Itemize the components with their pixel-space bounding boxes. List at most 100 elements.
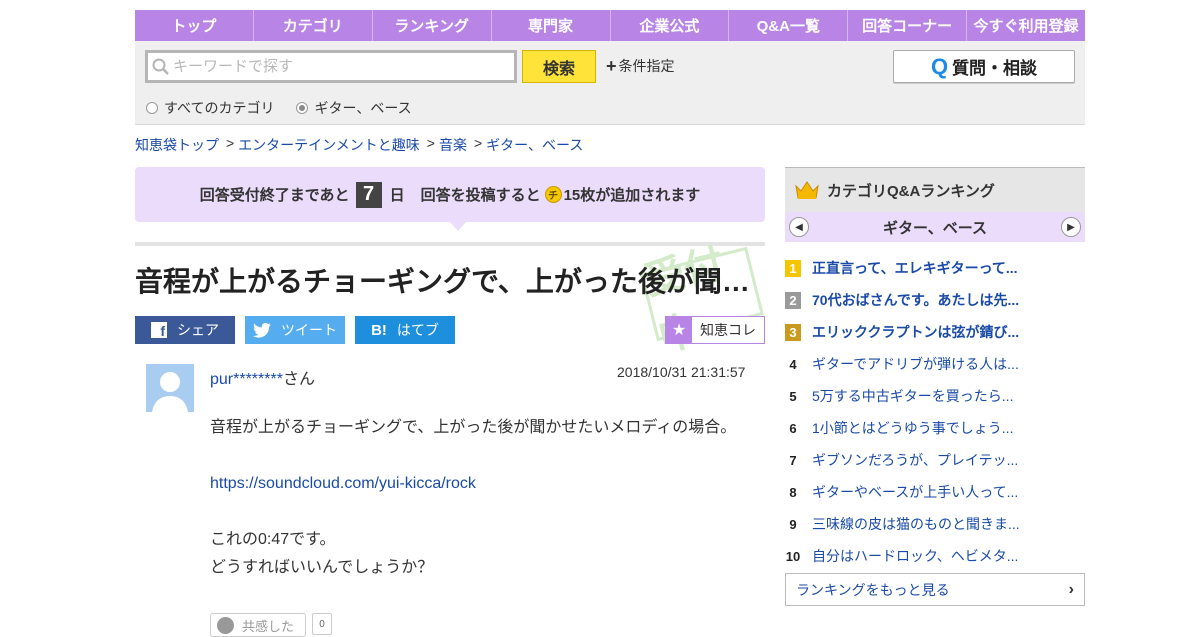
- ranking-item-title[interactable]: 5万する中古ギターを買ったら...: [812, 386, 1013, 406]
- search-box: [145, 50, 517, 83]
- ranking-category-switcher: ◀ ギター、ベース ▶: [785, 212, 1085, 242]
- scope-all-label: すべてのカテゴリ: [164, 100, 275, 116]
- search-icon: [152, 58, 169, 75]
- rank-number: 7: [789, 452, 797, 468]
- nav-experts[interactable]: 専門家: [492, 10, 611, 41]
- search-area: 検索 + 条件指定 Q 質問・相談 すべてのカテゴリ ギター、ベース: [135, 41, 1085, 125]
- rank-badge: 3: [785, 323, 801, 341]
- rank-number: 10: [785, 548, 801, 564]
- empathy-count: 0: [312, 613, 332, 635]
- question-column: 回答受付終了まであと 7 日 回答を投稿すると チ 15枚が追加されます 受付中…: [135, 167, 765, 637]
- rank-number: 5: [789, 388, 797, 404]
- ranking-category-label: ギター、ベース: [882, 219, 988, 237]
- nav-official[interactable]: 企業公式: [611, 10, 730, 41]
- rank-number: 9: [789, 516, 797, 532]
- ranking-item[interactable]: 9 三味線の皮は猫のものと聞きま...: [785, 508, 1085, 540]
- chie-collection-label: 知恵コレ: [700, 322, 756, 338]
- nav-answer-corner[interactable]: 回答コーナー: [848, 10, 968, 41]
- body-line: これの0:47です。: [210, 531, 336, 548]
- ranking-item-title[interactable]: 自分はハードロック、ヘビメタ...: [812, 546, 1018, 566]
- ranking-item-title[interactable]: ギターやベースが上手い人って...: [812, 482, 1018, 502]
- prev-arrow-icon[interactable]: ◀: [789, 217, 809, 237]
- deadline-days: 7: [355, 181, 382, 208]
- body-line: 音程が上がるチョーギングで、上がった後が聞かせたいメロディの場合。: [210, 419, 737, 436]
- ranking-item-title[interactable]: 正直言って、エレキギターって...: [812, 258, 1018, 278]
- chie-coin-icon: チ: [544, 186, 562, 203]
- empathy-label: 共感した: [242, 618, 295, 634]
- question-title: 音程が上がるチョーギングで、上がった後が聞…: [135, 266, 750, 297]
- hatena-bookmark-button[interactable]: B! はてブ: [355, 316, 455, 344]
- scope-all-radio[interactable]: すべてのカテゴリ: [146, 98, 274, 118]
- ranking-item-title[interactable]: エリッククラプトンは弦が錆び...: [812, 322, 1019, 342]
- conditions-link[interactable]: + 条件指定: [606, 56, 675, 76]
- rank-number: 4: [789, 356, 797, 372]
- ranking-header: カテゴリQ&Aランキング: [785, 167, 1085, 212]
- ranking-item-title[interactable]: 1小節とはどうゆう事でしょう...: [812, 418, 1013, 438]
- nav-top[interactable]: トップ: [135, 10, 254, 41]
- ranking-item[interactable]: 8 ギターやベースが上手い人って...: [785, 476, 1085, 508]
- q-icon: Q: [930, 53, 949, 79]
- facebook-share-button[interactable]: f シェア: [135, 316, 235, 344]
- rank-number: 8: [789, 484, 797, 500]
- ranking-more-link[interactable]: ランキングをもっと見る ›: [785, 573, 1085, 606]
- breadcrumb-separator: >: [226, 135, 235, 151]
- ranking-item[interactable]: 5 5万する中古ギターを買ったら...: [785, 380, 1085, 412]
- question-date: 2018/10/31 21:31:57: [617, 364, 746, 380]
- breadcrumb-top[interactable]: 知恵袋トップ: [135, 135, 219, 155]
- ranking-sidebar: カテゴリQ&Aランキング ◀ ギター、ベース ▶ 1 正直言って、エレキギターっ…: [785, 167, 1085, 606]
- ranking-item-title[interactable]: ギターでアドリブが弾ける人は...: [812, 354, 1019, 374]
- ranking-item[interactable]: 4 ギターでアドリブが弾ける人は...: [785, 348, 1085, 380]
- ranking-item[interactable]: 2 70代おばさんです。あたしは先...: [785, 284, 1085, 316]
- ranking-item[interactable]: 3 エリッククラプトンは弦が錆び...: [785, 316, 1085, 348]
- chie-collection-button[interactable]: ★ 知恵コレ: [665, 316, 765, 344]
- user-name-link[interactable]: pur********: [210, 371, 283, 388]
- question-body: 音程が上がるチョーギングで、上がった後が聞かせたいメロディの場合。 https:…: [210, 414, 760, 582]
- twitter-share-button[interactable]: ツイート: [245, 316, 345, 344]
- twitter-icon: [253, 322, 271, 338]
- plus-icon: +: [606, 56, 617, 76]
- next-arrow-icon[interactable]: ▶: [1060, 217, 1081, 237]
- scope-current-radio[interactable]: ギター、ベース: [296, 98, 412, 118]
- search-input[interactable]: [173, 58, 503, 75]
- banner-pointer: [450, 222, 466, 231]
- search-button[interactable]: 検索: [522, 50, 596, 83]
- radio-icon: [146, 102, 158, 114]
- body-line: どうすればいいんでしょうか？: [210, 559, 434, 576]
- deadline-prefix: 回答受付終了まであと: [199, 187, 350, 204]
- nav-register[interactable]: 今すぐ利用登録: [967, 10, 1085, 41]
- scope-current-label: ギター、ベース: [314, 100, 412, 116]
- breadcrumb-guitar-bass[interactable]: ギター、ベース: [486, 135, 583, 155]
- ranking-item-title[interactable]: ギブソンだろうが、プレイテッ...: [812, 450, 1018, 470]
- ranking-item[interactable]: 1 正直言って、エレキギターって...: [785, 252, 1085, 284]
- ask-question-button[interactable]: Q 質問・相談: [893, 50, 1075, 83]
- global-nav: トップ カテゴリ ランキング 専門家 企業公式 Q&A一覧 回答コーナー 今すぐ…: [135, 10, 1085, 41]
- nav-qa-list[interactable]: Q&A一覧: [729, 10, 849, 41]
- avatar: [146, 364, 194, 412]
- hatena-icon: B!: [371, 321, 387, 339]
- deadline-day-unit: 日: [389, 187, 405, 204]
- empathy-area: 共感した 0: [210, 613, 332, 637]
- questioner: pur********さん: [210, 365, 315, 389]
- ranking-item[interactable]: 6 1小節とはどうゆう事でしょう...: [785, 412, 1085, 444]
- ranking-item-title[interactable]: 三味線の皮は猫のものと聞きま...: [812, 514, 1020, 534]
- empathy-button[interactable]: 共感した: [210, 613, 306, 637]
- empathy-icon: [217, 616, 234, 634]
- ranking-item[interactable]: 10 自分はハードロック、ヘビメタ...: [785, 540, 1085, 572]
- ranking-item[interactable]: 7 ギブソンだろうが、プレイテッ...: [785, 444, 1085, 476]
- breadcrumb-entertainment[interactable]: エンターテインメントと趣味: [238, 135, 420, 155]
- breadcrumb-music[interactable]: 音楽: [439, 135, 467, 155]
- ranking-title: カテゴリQ&Aランキング: [827, 182, 995, 200]
- nav-category[interactable]: カテゴリ: [254, 10, 373, 41]
- breadcrumb: 知恵袋トップ > エンターテインメントと趣味 > 音楽 > ギター、ベース: [135, 135, 583, 155]
- nav-ranking[interactable]: ランキング: [373, 10, 492, 41]
- ranking-list: 1 正直言って、エレキギターって... 2 70代おばさんです。あたしは先...…: [785, 252, 1085, 572]
- rank-badge: 1: [785, 259, 801, 277]
- chevron-right-icon: ›: [1068, 580, 1074, 598]
- rank-badge: 2: [785, 291, 801, 309]
- hatena-label: はてブ: [396, 322, 439, 338]
- facebook-icon: f: [151, 322, 167, 338]
- body-link[interactable]: https://soundcloud.com/yui-kicca/rock: [210, 475, 476, 492]
- ranking-item-title[interactable]: 70代おばさんです。あたしは先...: [812, 290, 1019, 310]
- share-bar: f シェア ツイート B! はてブ: [135, 316, 465, 344]
